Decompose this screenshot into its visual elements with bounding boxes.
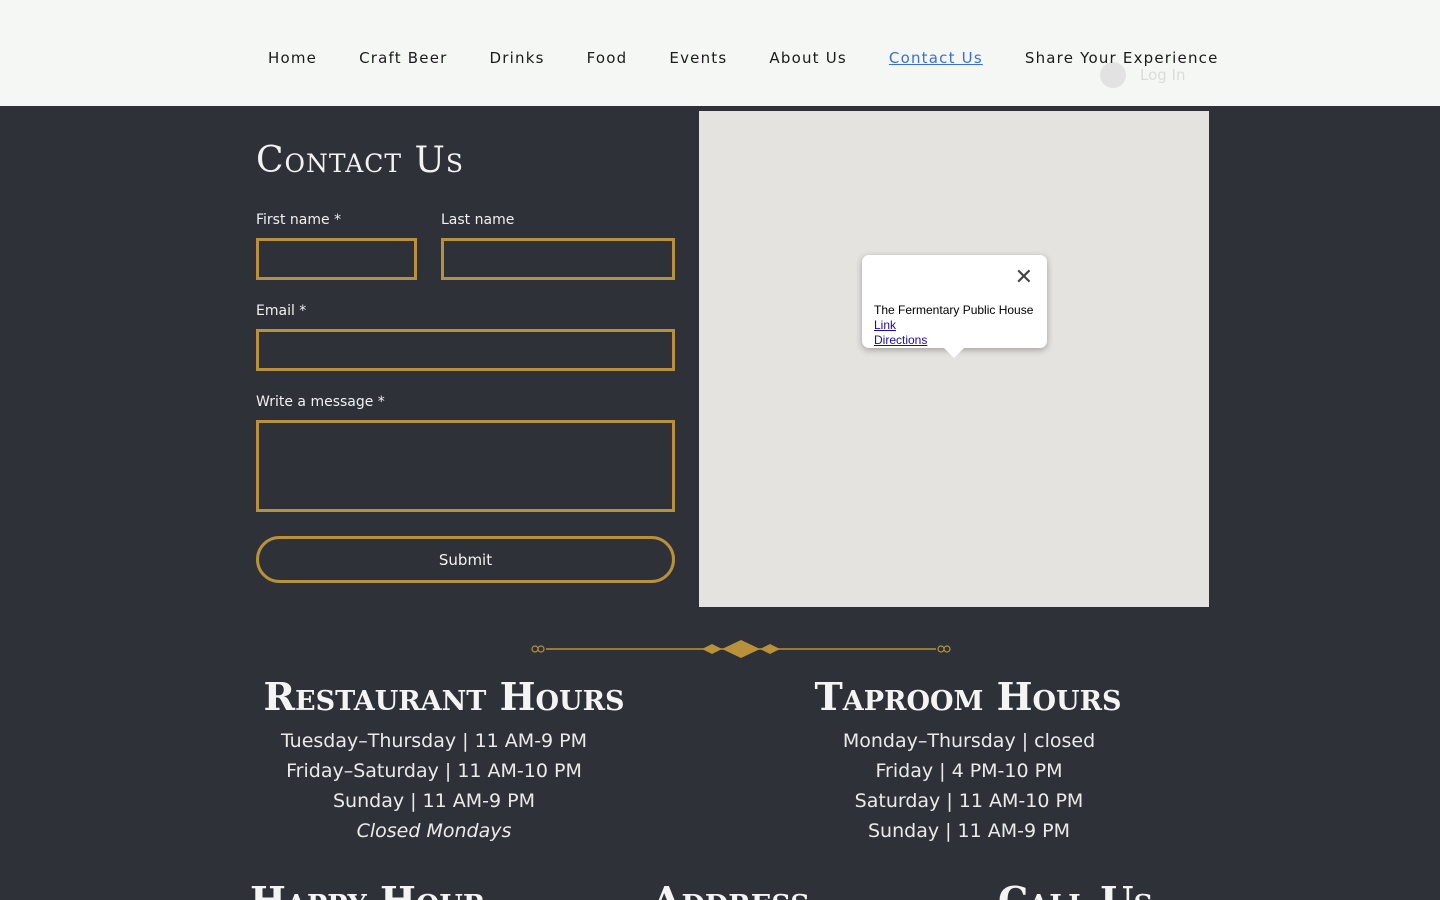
email-field[interactable] bbox=[256, 329, 675, 371]
first-name-label: First name * bbox=[256, 212, 342, 228]
main-nav: Home Craft Beer Drinks Food Events About… bbox=[268, 49, 1219, 67]
place-name: The Fermentary Public House bbox=[874, 303, 1034, 317]
nav-drinks[interactable]: Drinks bbox=[490, 49, 545, 67]
taproom-hours-line: Saturday | 11 AM-10 PM bbox=[854, 790, 1084, 812]
restaurant-hours-line: Tuesday–Thursday | 11 AM-9 PM bbox=[280, 730, 588, 752]
email-label: Email * bbox=[256, 303, 307, 319]
nav-food[interactable]: Food bbox=[587, 49, 628, 67]
nav-craft-beer[interactable]: Craft Beer bbox=[359, 49, 447, 67]
last-name-label: Last name bbox=[441, 212, 515, 228]
restaurant-hours-title: Restaurant Hours bbox=[263, 674, 625, 719]
site-header: Home Craft Beer Drinks Food Events About… bbox=[0, 0, 1440, 106]
map-link[interactable]: Link bbox=[874, 318, 896, 332]
nav-contact-us[interactable]: Contact Us bbox=[889, 49, 983, 67]
message-field[interactable] bbox=[256, 420, 675, 512]
map-info-popup: ✕ The Fermentary Public House Link Direc… bbox=[862, 255, 1047, 358]
taproom-hours-list: Monday–Thursday | closed Friday | 4 PM-1… bbox=[769, 726, 1169, 846]
restaurant-hours-line: Sunday | 11 AM-9 PM bbox=[332, 790, 535, 812]
last-name-field[interactable] bbox=[441, 238, 675, 280]
map-embed[interactable]: ✕ The Fermentary Public House Link Direc… bbox=[699, 111, 1209, 607]
login-label: Log In bbox=[1140, 66, 1186, 84]
taproom-hours-line: Monday–Thursday | closed bbox=[842, 730, 1096, 752]
ornament-divider-icon bbox=[531, 640, 951, 658]
taproom-hours-line: Sunday | 11 AM-9 PM bbox=[867, 820, 1070, 842]
restaurant-hours-list: Tuesday–Thursday | 11 AM-9 PM Friday–Sat… bbox=[234, 726, 634, 846]
happy-hour-title: Happy Hour bbox=[250, 878, 485, 900]
close-icon[interactable]: ✕ bbox=[1015, 267, 1033, 289]
message-label: Write a message * bbox=[256, 394, 385, 410]
page-title: Contact Us bbox=[256, 140, 464, 181]
nav-about-us[interactable]: About Us bbox=[769, 49, 847, 67]
map-directions-link[interactable]: Directions bbox=[874, 333, 927, 347]
taproom-hours-line: Friday | 4 PM-10 PM bbox=[875, 760, 1063, 782]
login-button[interactable]: Log In bbox=[1100, 62, 1186, 88]
taproom-hours-title: Taproom Hours bbox=[814, 674, 1122, 719]
submit-button[interactable]: Submit bbox=[256, 536, 675, 583]
address-title: Address bbox=[652, 878, 810, 900]
nav-home[interactable]: Home bbox=[268, 49, 317, 67]
nav-events[interactable]: Events bbox=[669, 49, 727, 67]
avatar-icon bbox=[1100, 62, 1126, 88]
restaurant-hours-line: Closed Mondays bbox=[356, 820, 512, 842]
call-us-title: Call Us bbox=[998, 878, 1153, 900]
first-name-field[interactable] bbox=[256, 238, 417, 280]
restaurant-hours-line: Friday–Saturday | 11 AM-10 PM bbox=[286, 760, 582, 782]
